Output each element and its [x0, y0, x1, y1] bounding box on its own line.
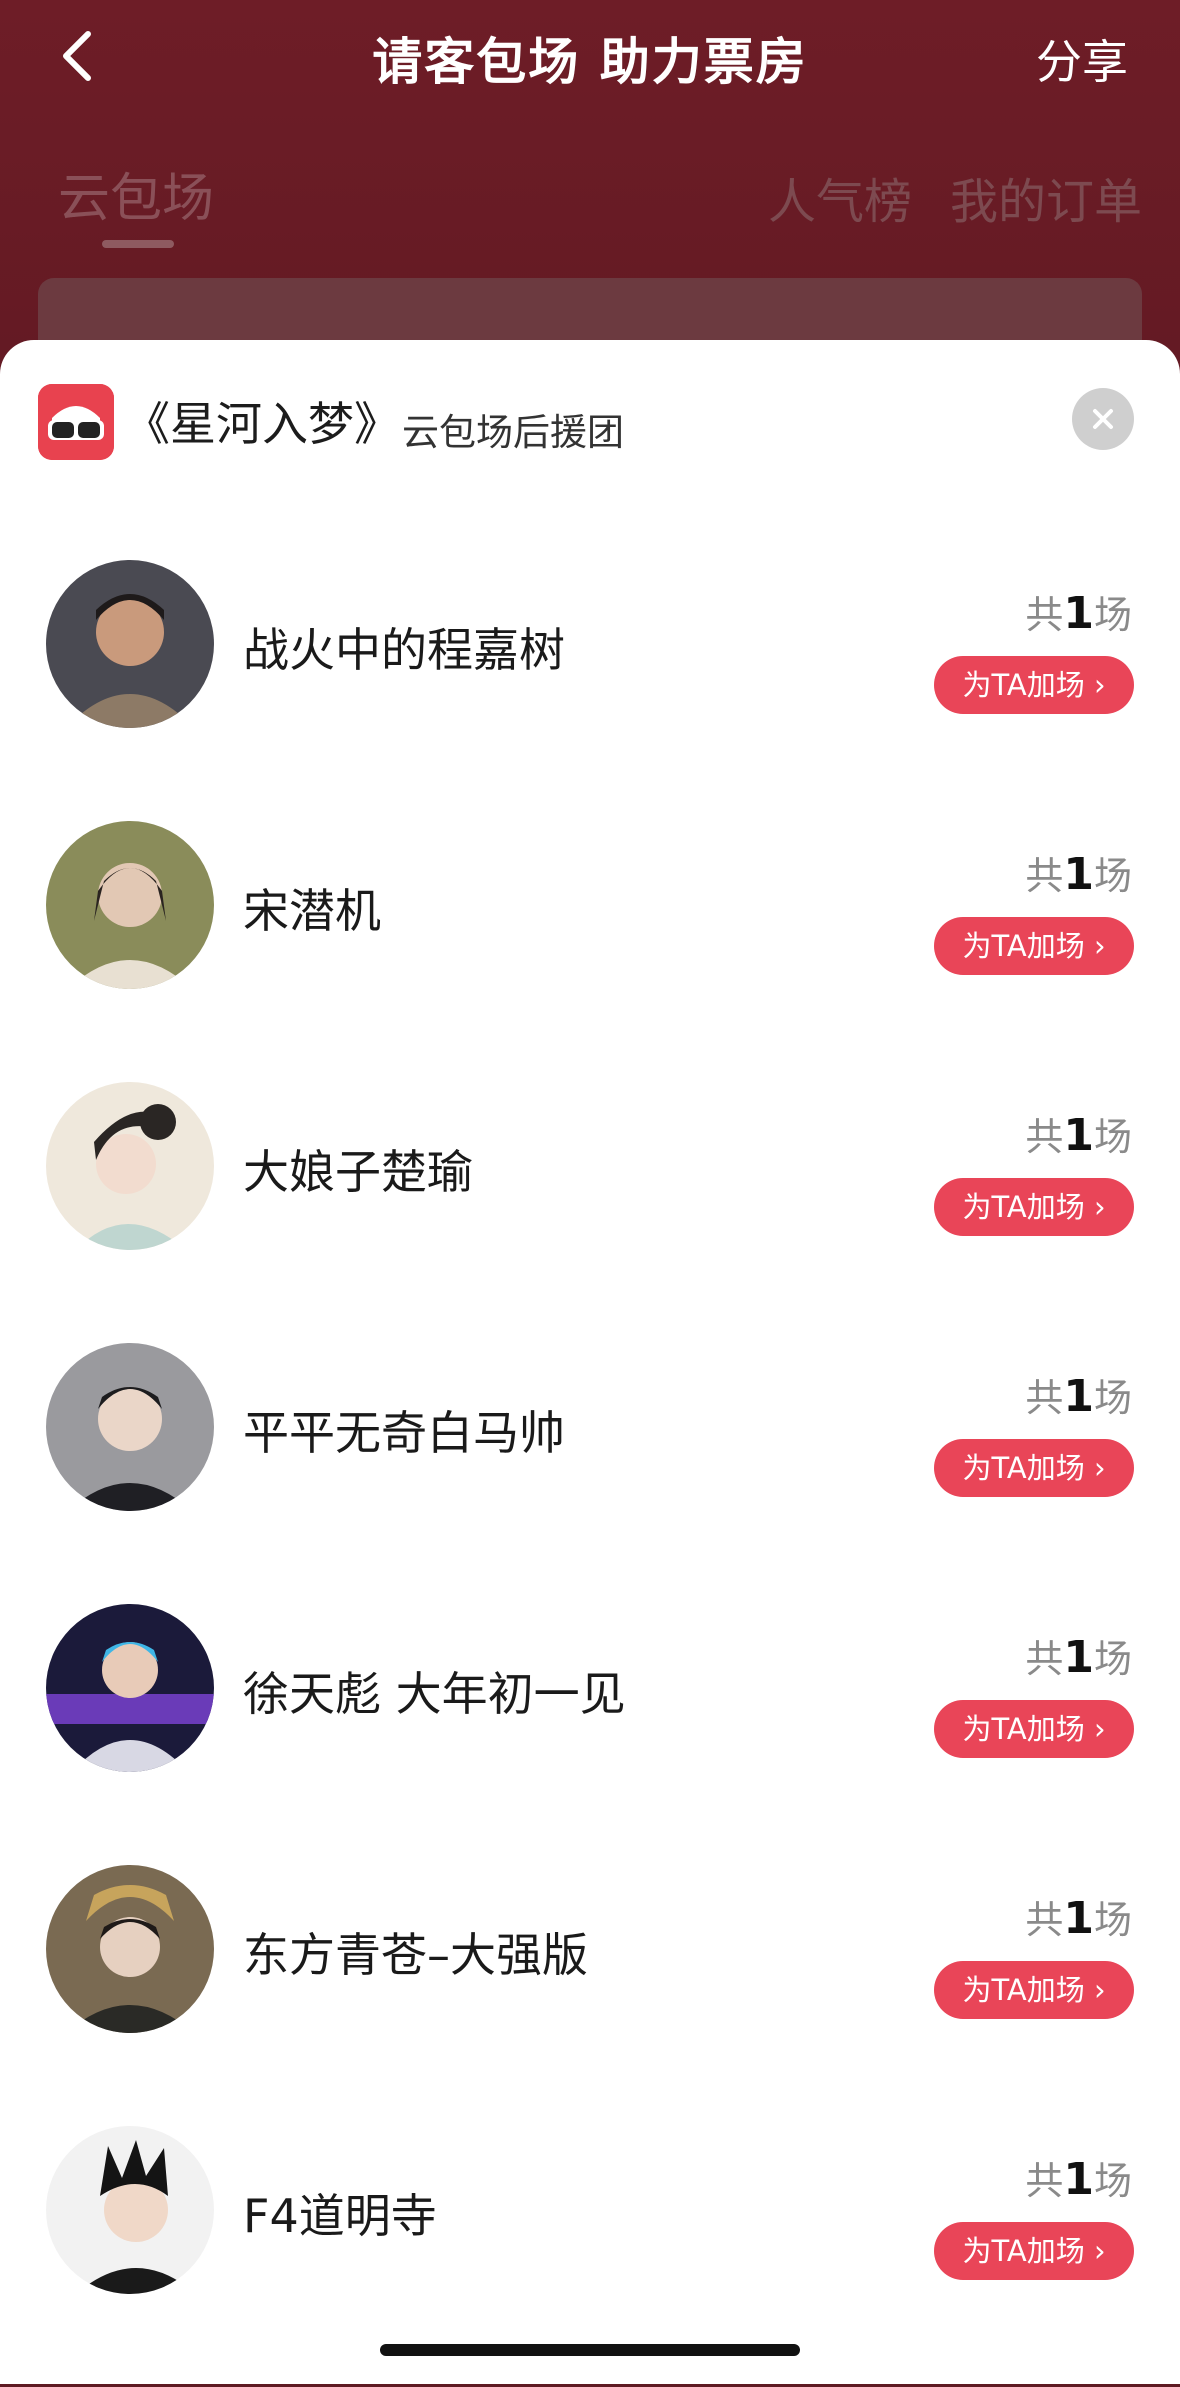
add-session-button[interactable]: 为TA加场 › [934, 1961, 1134, 2019]
sheet-title: 《星河入梦》 [124, 397, 400, 451]
list-item: 平平无奇白马帅 共1场 为TA加场 › [0, 1343, 1180, 1604]
app-logo [38, 384, 114, 460]
home-indicator[interactable] [380, 2344, 800, 2356]
supporter-name: F4道明寺 [243, 2189, 437, 2243]
sheet-subtitle: 云包场后援团 [402, 411, 624, 454]
tab-cloud-booking[interactable]: 云包场 [58, 156, 214, 231]
supporter-name: 平平无奇白马帅 [243, 1406, 565, 1460]
bottom-sheet: 《星河入梦》 云包场后援团 战火中的程嘉树 共1场 为TA加场 › 宋潜机 共1… [0, 340, 1180, 2384]
supporter-name: 宋潜机 [243, 884, 381, 938]
share-button[interactable]: 分享 [1036, 26, 1128, 92]
session-count: 共1场 [1025, 588, 1132, 639]
supporter-name: 大娘子楚瑜 [243, 1145, 473, 1199]
supporter-name: 战火中的程嘉树 [243, 623, 565, 677]
close-icon [1093, 409, 1113, 429]
add-session-button[interactable]: 为TA加场 › [934, 1178, 1134, 1236]
avatar[interactable] [46, 821, 214, 989]
add-session-button[interactable]: 为TA加场 › [934, 1439, 1134, 1497]
session-count: 共1场 [1025, 1893, 1132, 1944]
supporter-name: 东方青苍–大强版 [243, 1928, 588, 1982]
avatar[interactable] [46, 560, 214, 728]
page-title: 请客包场 助力票房 [372, 33, 808, 91]
avatar[interactable] [46, 1604, 214, 1772]
list-item: 大娘子楚瑜 共1场 为TA加场 › [0, 1082, 1180, 1343]
tab-bar: 云包场 人气榜 我的订单 [0, 150, 1180, 260]
tab-active-indicator [102, 240, 174, 248]
tab-my-orders[interactable]: 我的订单 [950, 162, 1142, 232]
sheet-header: 《星河入梦》 云包场后援团 [38, 384, 1142, 464]
add-session-button[interactable]: 为TA加场 › [934, 1700, 1134, 1758]
top-bar: 请客包场 助力票房 分享 [0, 0, 1180, 110]
session-count: 共1场 [1025, 1371, 1132, 1422]
avatar[interactable] [46, 1343, 214, 1511]
session-count: 共1场 [1025, 1632, 1132, 1683]
session-count: 共1场 [1025, 1110, 1132, 1161]
list-item: 宋潜机 共1场 为TA加场 › [0, 821, 1180, 1082]
add-session-button[interactable]: 为TA加场 › [934, 2222, 1134, 2280]
list-item: 东方青苍–大强版 共1场 为TA加场 › [0, 1865, 1180, 2126]
session-count: 共1场 [1025, 849, 1132, 900]
add-session-button[interactable]: 为TA加场 › [934, 656, 1134, 714]
tab-popularity[interactable]: 人气榜 [768, 162, 912, 232]
avatar[interactable] [46, 1865, 214, 2033]
supporter-list: 战火中的程嘉树 共1场 为TA加场 › 宋潜机 共1场 为TA加场 › 大娘子楚… [0, 560, 1180, 2387]
avatar[interactable] [46, 1082, 214, 1250]
add-session-button[interactable]: 为TA加场 › [934, 917, 1134, 975]
close-button[interactable] [1072, 388, 1134, 450]
list-item: 徐天彪 大年初一见 共1场 为TA加场 › [0, 1604, 1180, 1865]
list-item: 战火中的程嘉树 共1场 为TA加场 › [0, 560, 1180, 821]
supporter-name: 徐天彪 大年初一见 [243, 1667, 626, 1721]
session-count: 共1场 [1025, 2154, 1132, 2205]
avatar[interactable] [46, 2126, 214, 2294]
3d-glasses-icon [38, 384, 114, 460]
